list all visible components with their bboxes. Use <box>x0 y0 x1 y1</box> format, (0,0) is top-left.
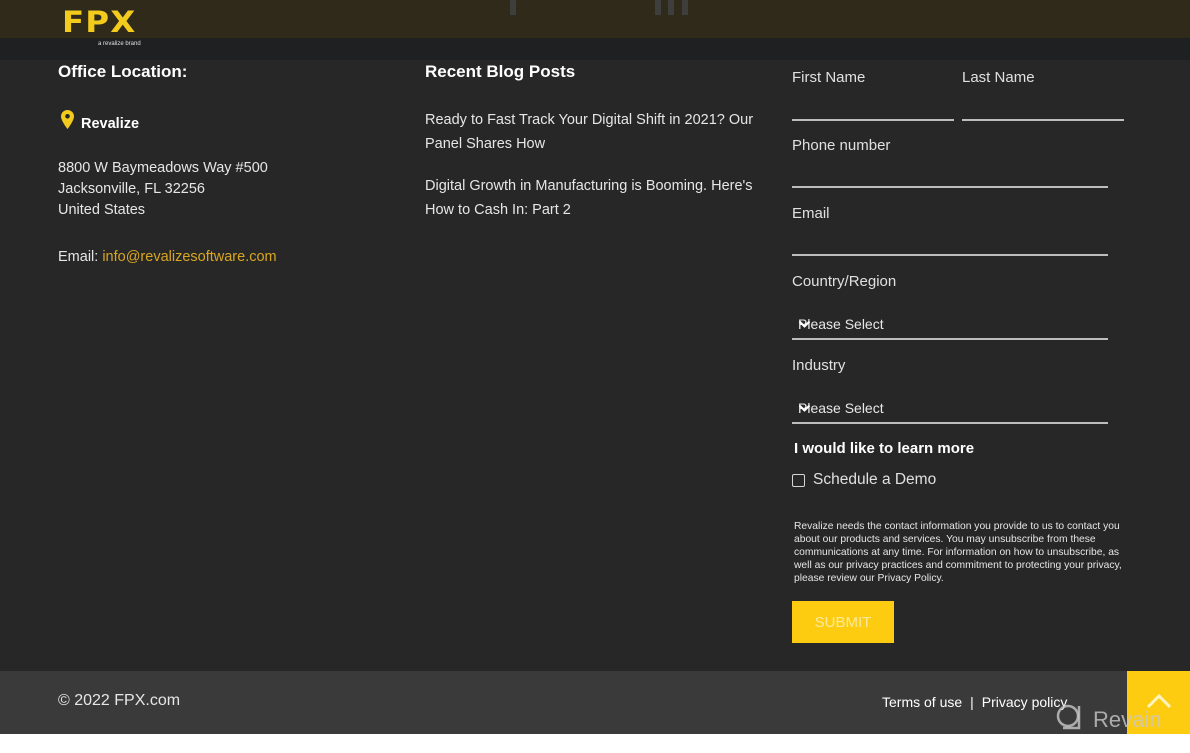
country-label: Country/Region <box>792 273 897 290</box>
country-select[interactable]: Please Select <box>792 312 1108 340</box>
revain-logo-icon <box>1056 704 1081 730</box>
address-line: United States <box>58 202 146 218</box>
terms-link[interactable]: Terms of use <box>882 694 962 710</box>
map-pin-icon <box>61 110 74 134</box>
chevron-down-icon <box>798 400 1100 416</box>
industry-select[interactable]: Please Select <box>792 396 1108 424</box>
blog-list: Ready to Fast Track Your Digital Shift i… <box>425 109 765 222</box>
banner-ghost-mark <box>655 0 661 15</box>
link-separator: | <box>970 694 974 710</box>
blog-post-link[interactable]: Ready to Fast Track Your Digital Shift i… <box>425 109 765 156</box>
last-name-input[interactable] <box>962 119 1124 121</box>
address-line: Jacksonville, FL 32256 <box>58 181 205 197</box>
schedule-demo-label: Schedule a Demo <box>813 471 937 488</box>
blog-post-link[interactable]: Digital Growth in Manufacturing is Boomi… <box>425 175 765 222</box>
banner-ghost-mark <box>668 0 674 15</box>
schedule-demo-checkbox[interactable] <box>792 474 805 487</box>
email-input[interactable] <box>792 254 1108 256</box>
email-field-label: Email <box>792 205 830 222</box>
banner-ghost-mark <box>510 0 516 15</box>
nav-strip <box>0 38 1190 60</box>
copyright: © 2022 FPX.com <box>58 692 181 709</box>
bottom-bar: © 2022 FPX.com Terms of use | Privacy poli… <box>0 671 1190 734</box>
company-name: Revalize <box>81 116 140 132</box>
office-email: Email: info@revalizesoftware.com <box>58 247 277 268</box>
blog-heading: Recent Blog Posts <box>425 62 576 81</box>
email-link[interactable]: info@revalizesoftware.com <box>102 249 276 265</box>
top-banner <box>0 0 1190 38</box>
fpx-logo[interactable]: FPX a revalize brand <box>62 6 162 52</box>
banner-ghost-mark <box>682 0 688 15</box>
logo-subtext: a revalize brand <box>98 41 141 47</box>
phone-input[interactable] <box>792 186 1108 188</box>
revain-text: Revain <box>1093 707 1162 732</box>
office-address: 8800 W Baymeadows Way #500 Jacksonville,… <box>58 158 268 221</box>
phone-label: Phone number <box>792 137 891 154</box>
address-line: 8800 W Baymeadows Way #500 <box>58 160 268 176</box>
email-label: Email: <box>58 249 99 265</box>
privacy-notice: Revalize needs the contact information y… <box>794 521 1122 584</box>
industry-label: Industry <box>792 357 846 374</box>
first-name-input[interactable] <box>792 119 954 121</box>
chevron-down-icon <box>798 316 1100 332</box>
logo-text: FPX <box>62 5 137 39</box>
first-name-label: First Name <box>792 69 866 86</box>
last-name-label: Last Name <box>962 69 1035 86</box>
office-heading: Office Location: <box>58 62 188 81</box>
submit-button[interactable]: SUBMIT <box>792 601 894 643</box>
footer-links: Terms of use | Privacy policy <box>882 694 1067 710</box>
learn-more-heading: I would like to learn more <box>794 440 975 457</box>
revain-watermark: Revain <box>1055 703 1161 733</box>
